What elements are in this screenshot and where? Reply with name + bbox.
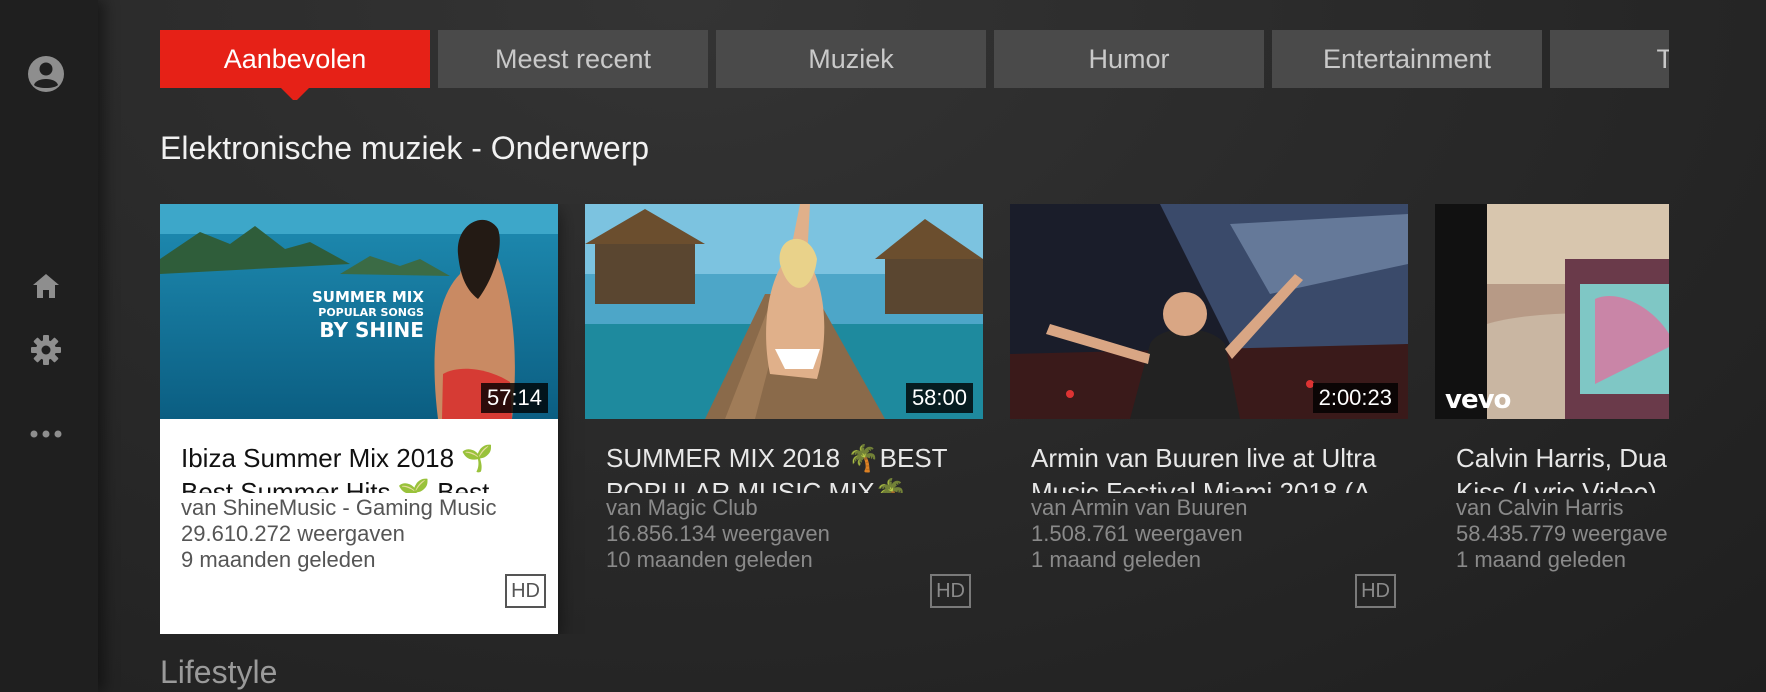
video-channel: van Armin van Buuren	[1031, 495, 1248, 520]
video-age: 9 maanden geleden	[181, 547, 376, 572]
hd-badge: HD	[505, 574, 546, 608]
gear-icon[interactable]	[26, 330, 66, 370]
home-icon[interactable]	[26, 266, 66, 306]
video-channel: van Calvin Harris	[1456, 495, 1624, 520]
video-title: Calvin Harris, Dua Lipa - One Kiss (Lyri…	[1456, 443, 1669, 493]
video-thumbnail: vevo	[1435, 204, 1669, 419]
tab-aanbevolen[interactable]: Aanbevolen	[160, 30, 430, 88]
video-card[interactable]: 2:00:23 Armin van Buuren live at Ultra M…	[1010, 204, 1408, 634]
video-card[interactable]: 58:00 SUMMER MIX 2018 🌴BEST POPULAR MUSI…	[585, 204, 983, 634]
video-thumbnail: 58:00	[585, 204, 983, 419]
video-channel: van ShineMusic - Gaming Music	[181, 495, 497, 520]
video-thumbnail: 2:00:23	[1010, 204, 1408, 419]
vevo-logo: vevo	[1445, 385, 1511, 415]
video-shelf: SUMMER MIX POPULAR SONGS BY SHINE 57:14 …	[160, 204, 1669, 634]
hd-badge: HD	[1355, 574, 1396, 608]
video-views: 16.856.134 weergaven	[606, 521, 830, 546]
tab-tech[interactable]: Tech	[1550, 30, 1669, 88]
video-channel: van Magic Club	[606, 495, 758, 520]
next-section-title: Lifestyle	[160, 654, 278, 690]
category-tabs: Aanbevolen Meest recent Muziek Humor Ent…	[160, 30, 1669, 100]
sidebar	[0, 0, 98, 692]
tab-entertainment[interactable]: Entertainment	[1272, 30, 1542, 88]
tab-muziek[interactable]: Muziek	[716, 30, 986, 88]
video-age: 1 maand geleden	[1456, 547, 1627, 572]
tab-meest-recent[interactable]: Meest recent	[438, 30, 708, 88]
video-age: 1 maand geleden	[1031, 547, 1202, 572]
video-views: 1.508.761 weergaven	[1031, 521, 1243, 546]
video-card[interactable]: SUMMER MIX POPULAR SONGS BY SHINE 57:14 …	[160, 204, 558, 634]
video-title: SUMMER MIX 2018 🌴BEST POPULAR MUSIC MIX🌴	[606, 443, 948, 493]
duration-badge: 58:00	[905, 383, 973, 413]
video-age: 10 maanden geleden	[606, 547, 813, 572]
account-icon[interactable]	[26, 54, 66, 94]
video-title: Armin van Buuren live at Ultra Music Fes…	[1031, 443, 1377, 493]
more-icon[interactable]	[26, 414, 66, 454]
section-title: Elektronische muziek - Onderwerp	[160, 130, 650, 166]
video-thumbnail: SUMMER MIX POPULAR SONGS BY SHINE 57:14	[160, 204, 558, 419]
video-views: 58.435.779 weergaven	[1456, 521, 1669, 546]
duration-badge: 57:14	[480, 383, 548, 413]
video-title: Ibiza Summer Mix 2018 🌱 Best Summer Hits…	[181, 443, 494, 493]
video-card[interactable]: vevo Calvin Harris, Dua Lipa - One Kiss …	[1435, 204, 1669, 634]
video-views: 29.610.272 weergaven	[181, 521, 405, 546]
hd-badge: HD	[930, 574, 971, 608]
tab-humor[interactable]: Humor	[994, 30, 1264, 88]
duration-badge: 2:00:23	[1312, 383, 1398, 413]
thumbnail-caption: SUMMER MIX POPULAR SONGS BY SHINE	[312, 288, 424, 342]
